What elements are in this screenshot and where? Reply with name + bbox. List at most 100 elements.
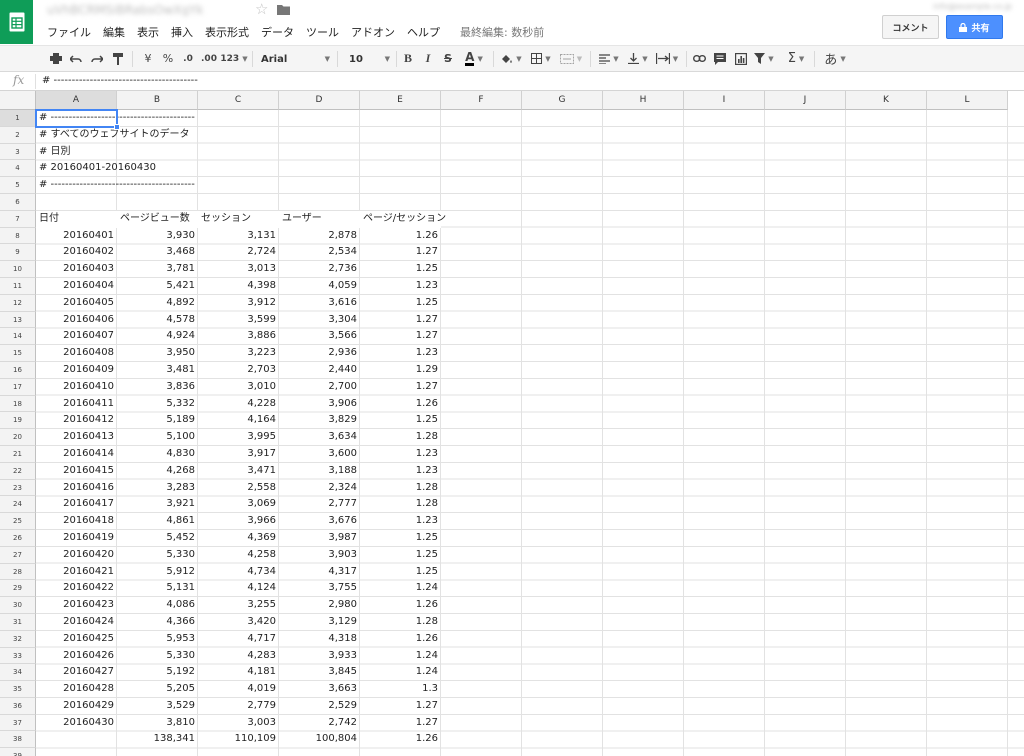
data-cell[interactable]: 20160410	[36, 379, 117, 396]
column-header-f[interactable]: F	[441, 91, 522, 110]
data-cell[interactable]: 5,131	[117, 580, 198, 597]
row-header[interactable]: 8	[0, 227, 36, 245]
data-cell[interactable]: 4,318	[279, 631, 360, 648]
data-cell[interactable]: 4,892	[117, 295, 198, 312]
percent-format-button[interactable]: %	[161, 46, 175, 71]
data-cell[interactable]: 20160412	[36, 412, 117, 429]
data-cell[interactable]: 20160415	[36, 463, 117, 480]
data-cell[interactable]: 3,255	[198, 597, 279, 614]
data-cell[interactable]: 3,921	[117, 496, 198, 513]
data-cell[interactable]: 20160422	[36, 580, 117, 597]
data-cell[interactable]: 20160405	[36, 295, 117, 312]
fill-color-button[interactable]: ▼	[498, 46, 524, 71]
row-header[interactable]: 10	[0, 261, 36, 278]
row-header[interactable]: 17	[0, 378, 36, 396]
data-cell[interactable]: 3,013	[198, 261, 279, 278]
row-header[interactable]: 11	[0, 277, 36, 295]
total-cell[interactable]: 100,804	[279, 731, 360, 748]
row-header[interactable]: 36	[0, 697, 36, 715]
data-cell[interactable]: 2,777	[279, 496, 360, 513]
data-cell[interactable]: 20160401	[36, 228, 117, 245]
print-icon[interactable]	[48, 46, 64, 71]
data-cell[interactable]: 1.23	[360, 278, 441, 295]
data-cell[interactable]: 4,164	[198, 412, 279, 429]
data-cell[interactable]: 3,188	[279, 463, 360, 480]
data-cell[interactable]: 5,912	[117, 564, 198, 581]
row-header[interactable]: 18	[0, 395, 36, 413]
column-header-i[interactable]: I	[684, 91, 765, 110]
data-cell[interactable]: 20160427	[36, 664, 117, 681]
total-cell[interactable]	[36, 731, 117, 748]
data-cell[interactable]: 3,781	[117, 261, 198, 278]
row-header[interactable]: 33	[0, 647, 36, 665]
data-cell[interactable]: 2,980	[279, 597, 360, 614]
column-header-d[interactable]: D	[279, 91, 360, 110]
data-cell[interactable]: 2,440	[279, 362, 360, 379]
data-cell[interactable]: 1.25	[360, 564, 441, 581]
data-cell[interactable]: 1.26	[360, 396, 441, 413]
data-cell[interactable]: 3,903	[279, 547, 360, 564]
data-cell[interactable]: 1.29	[360, 362, 441, 379]
data-cell[interactable]: 5,953	[117, 631, 198, 648]
data-cell[interactable]: 20160428	[36, 681, 117, 698]
menu-file[interactable]: ファイル	[47, 24, 91, 40]
row-header[interactable]: 21	[0, 445, 36, 463]
borders-button[interactable]: ▼	[528, 46, 554, 71]
data-cell[interactable]: 1.28	[360, 496, 441, 513]
redo-icon[interactable]	[89, 46, 105, 71]
data-cell[interactable]: 1.23	[360, 345, 441, 362]
undo-icon[interactable]	[68, 46, 84, 71]
column-header-a[interactable]: A	[36, 91, 117, 110]
data-cell[interactable]: 4,086	[117, 597, 198, 614]
data-cell[interactable]: 3,529	[117, 698, 198, 715]
data-cell[interactable]: 4,258	[198, 547, 279, 564]
data-cell[interactable]: 20160420	[36, 547, 117, 564]
data-cell[interactable]: 20160413	[36, 429, 117, 446]
data-cell[interactable]: 2,936	[279, 345, 360, 362]
data-cell[interactable]: 5,330	[117, 547, 198, 564]
data-cell[interactable]: 4,366	[117, 614, 198, 631]
column-title-cell[interactable]: セッション	[198, 210, 279, 228]
column-title-cell[interactable]: ページ/セッション	[360, 210, 446, 228]
input-tools-button[interactable]: あ ▼	[820, 46, 850, 71]
comment-cell[interactable]: # 日別	[36, 144, 117, 161]
bold-button[interactable]: B	[400, 46, 416, 71]
data-cell[interactable]: 3,420	[198, 614, 279, 631]
data-cell[interactable]: 1.25	[360, 261, 441, 278]
column-header-h[interactable]: H	[603, 91, 684, 110]
star-icon[interactable]: ☆	[255, 1, 268, 17]
data-cell[interactable]: 2,742	[279, 715, 360, 732]
total-cell[interactable]: 110,109	[198, 731, 279, 748]
data-cell[interactable]: 3,987	[279, 530, 360, 547]
data-cell[interactable]: 2,534	[279, 244, 360, 261]
data-cell[interactable]: 3,995	[198, 429, 279, 446]
data-cell[interactable]: 3,836	[117, 379, 198, 396]
menu-insert[interactable]: 挿入	[171, 24, 193, 40]
row-header[interactable]: 30	[0, 597, 36, 614]
data-cell[interactable]: 4,181	[198, 664, 279, 681]
data-cell[interactable]: 4,717	[198, 631, 279, 648]
data-cell[interactable]: 4,268	[117, 463, 198, 480]
data-cell[interactable]: 1.28	[360, 614, 441, 631]
data-cell[interactable]: 3,845	[279, 664, 360, 681]
data-cell[interactable]: 1.27	[360, 698, 441, 715]
data-cell[interactable]: 5,330	[117, 648, 198, 665]
row-header[interactable]: 14	[0, 328, 36, 346]
data-cell[interactable]: 3,069	[198, 496, 279, 513]
data-cell[interactable]: 20160418	[36, 513, 117, 530]
column-header-l[interactable]: L	[927, 91, 1008, 110]
data-cell[interactable]: 3,676	[279, 513, 360, 530]
data-cell[interactable]: 4,578	[117, 312, 198, 329]
data-cell[interactable]: 20160407	[36, 328, 117, 345]
data-cell[interactable]: 2,724	[198, 244, 279, 261]
data-cell[interactable]: 2,779	[198, 698, 279, 715]
data-cell[interactable]: 4,861	[117, 513, 198, 530]
insert-link-icon[interactable]	[691, 46, 707, 71]
row-header[interactable]: 23	[0, 479, 36, 497]
folder-icon[interactable]	[277, 4, 290, 18]
data-cell[interactable]: 4,019	[198, 681, 279, 698]
data-cell[interactable]: 2,529	[279, 698, 360, 715]
data-cell[interactable]: 4,924	[117, 328, 198, 345]
row-header[interactable]: 12	[0, 294, 36, 312]
row-header[interactable]: 9	[0, 244, 36, 262]
